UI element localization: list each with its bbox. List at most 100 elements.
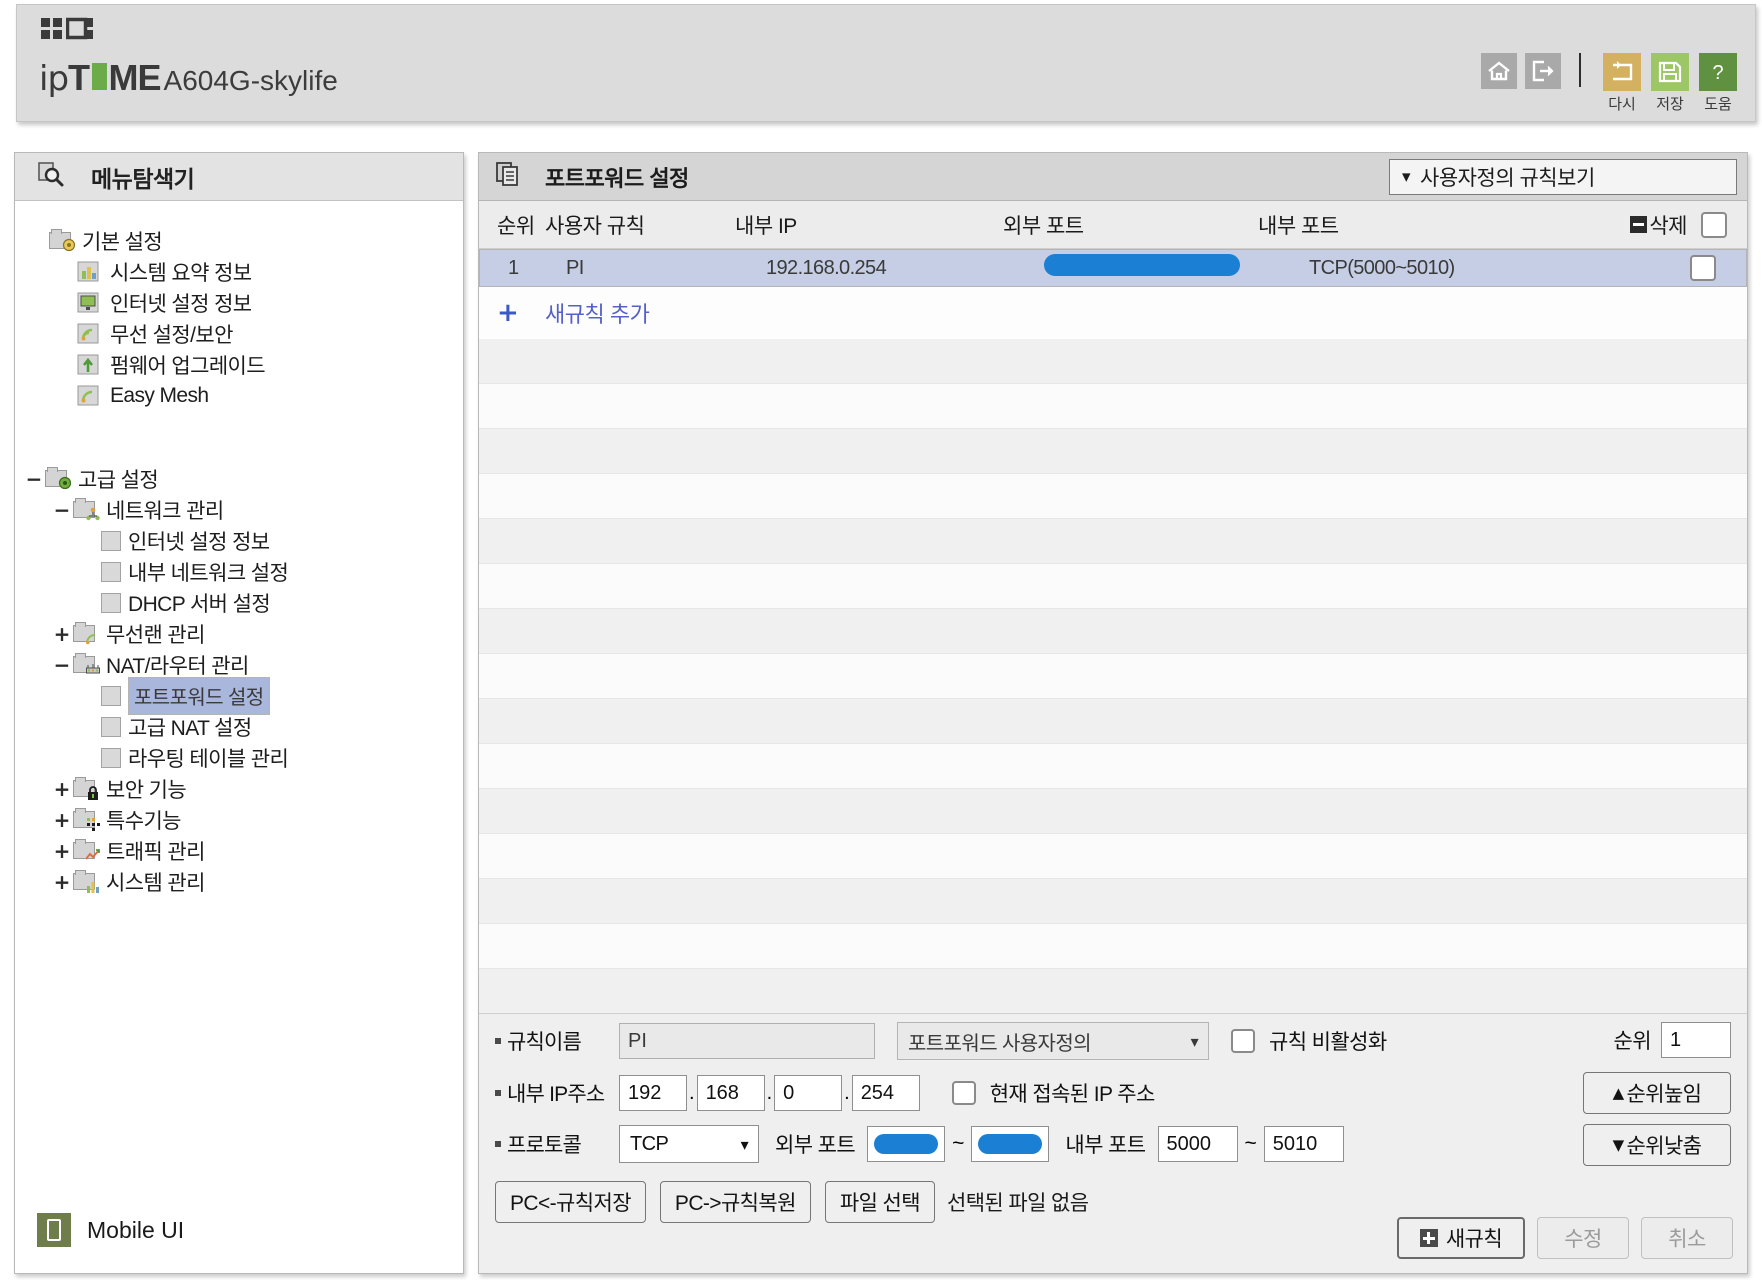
sidebar-item-basic-settings[interactable]: 기본 설정 [15, 225, 463, 256]
rank-input[interactable]: 1 [1661, 1022, 1731, 1058]
restore-rules-from-pc-button[interactable]: PC->규칙복원 [659, 1181, 811, 1223]
rule-name-input[interactable]: PI [619, 1023, 875, 1059]
sidebar-item-port-forward[interactable]: 포트포워드 설정 [15, 676, 463, 715]
empty-row [479, 564, 1747, 609]
leaf-icon [101, 561, 121, 582]
range-separator: ~ [1244, 1132, 1257, 1155]
sidebar-item-routing-table[interactable]: 라우팅 테이블 관리 [15, 742, 463, 773]
retry-icon [1603, 53, 1641, 91]
sidebar-item-wlan-management[interactable]: + 무선랜 관리 [15, 618, 463, 649]
sidebar-item-dhcp-server[interactable]: DHCP 서버 설정 [15, 587, 463, 618]
sidebar-item-network-management[interactable]: − 네트워크 관리 [15, 494, 463, 525]
sidebar-item-advanced-settings[interactable]: − 고급 설정 [15, 463, 463, 494]
sidebar-item-advanced-nat[interactable]: 고급 NAT 설정 [15, 711, 463, 742]
sidebar-item-label: 라우팅 테이블 관리 [128, 747, 289, 771]
table-row[interactable]: 1 PI 192.168.0.254 TCP(5000~5010) [479, 249, 1747, 287]
new-rule-button[interactable]: 새규칙 [1397, 1217, 1525, 1259]
sidebar-item-label: 무선 설정/보안 [110, 323, 233, 347]
add-rule-row[interactable]: + 새규칙 추가 [479, 287, 1747, 339]
empty-row [479, 384, 1747, 429]
sidebar-item-system-summary[interactable]: 시스템 요약 정보 [15, 256, 463, 287]
sidebar-item-internet-setting-info[interactable]: 인터넷 설정 정보 [15, 525, 463, 556]
expander-toggle[interactable]: + [51, 777, 73, 801]
sidebar-item-easy-mesh[interactable]: Easy Mesh [15, 380, 463, 411]
no-file-selected-label: 선택된 파일 없음 [946, 1192, 1089, 1215]
view-rules-selector[interactable]: ▾ 사용자정의 규칙보기 [1389, 159, 1737, 195]
empty-row [479, 969, 1747, 1014]
disable-rule-checkbox[interactable] [1231, 1029, 1255, 1053]
expander-toggle[interactable]: + [51, 622, 73, 646]
empty-row [479, 924, 1747, 969]
col-internal-ip: 내부 IP [735, 214, 797, 238]
save-rules-to-pc-button[interactable]: PC<-규칙저장 [495, 1181, 646, 1223]
menu-tree: 기본 설정 시스템 요약 정보 인터넷 설정 정보 무선 설정/보안 펌웨어 업… [15, 201, 463, 897]
disable-rule-label: 규칙 비활성화 [1269, 1031, 1387, 1054]
sidebar-item-internet-info[interactable]: 인터넷 설정 정보 [15, 287, 463, 318]
protocol-select[interactable]: TCP ▾ [619, 1125, 759, 1163]
sidebar-item-security[interactable]: + 보안 기능 [15, 773, 463, 804]
internal-port-to-input[interactable]: 5010 [1263, 1126, 1344, 1162]
rank-field-group: 순위 1 [1614, 1022, 1731, 1058]
external-port-from-input[interactable] [867, 1126, 946, 1162]
expander-toggle[interactable]: + [51, 808, 73, 832]
retry-button[interactable]: 다시 [1603, 53, 1641, 114]
help-icon: ? [1699, 53, 1737, 91]
rank-down-button[interactable]: ▼ 순위낮춤 [1583, 1124, 1731, 1166]
col-delete: 삭제 [1558, 210, 1747, 240]
empty-row [479, 879, 1747, 924]
cell-internal-port: TCP(5000~5010) [1309, 256, 1455, 279]
cancel-button[interactable]: 취소 [1641, 1217, 1733, 1259]
sidebar-item-label: 인터넷 설정 정보 [128, 530, 270, 554]
ip-octet-3[interactable]: 0 [774, 1075, 843, 1111]
row-delete-checkbox[interactable] [1690, 255, 1716, 281]
expander-toggle[interactable]: − [23, 467, 45, 491]
add-rule-link[interactable]: 새규칙 추가 [545, 297, 650, 329]
sidebar-item-firmware-upgrade[interactable]: 펌웨어 업그레이드 [15, 349, 463, 380]
internal-port-from-input[interactable]: 5000 [1157, 1126, 1238, 1162]
expander-toggle[interactable]: − [51, 498, 73, 522]
empty-rows [479, 339, 1747, 1059]
logo-ip-text: ip [39, 59, 69, 99]
home-icon[interactable] [1481, 53, 1517, 89]
logo-green-block [91, 63, 107, 90]
ip-octet-1[interactable]: 192 [619, 1075, 687, 1111]
modify-button[interactable]: 수정 [1537, 1217, 1629, 1259]
current-ip-checkbox[interactable] [951, 1081, 976, 1105]
sidebar: 메뉴탐색기 기본 설정 시스템 요약 정보 인터넷 설정 정보 무선 설정/보안… [14, 152, 464, 1274]
folder-gear-icon [45, 467, 72, 490]
select-all-checkbox[interactable] [1701, 211, 1727, 238]
empty-row [479, 519, 1747, 564]
sidebar-item-system-management[interactable]: + 시스템 관리 [15, 866, 463, 897]
empty-row [479, 789, 1747, 834]
leaf-icon [101, 747, 121, 768]
ip-octet-4[interactable]: 254 [851, 1075, 920, 1111]
sidebar-item-special-features[interactable]: + 특수기능 [15, 804, 463, 835]
choose-file-button[interactable]: 파일 선택 [824, 1181, 935, 1223]
expander-toggle[interactable]: + [51, 839, 73, 863]
preset-select[interactable]: 포트포워드 사용자정의 ▾ [897, 1022, 1209, 1060]
help-button[interactable]: ? 도움 [1699, 53, 1737, 114]
grid-menu-icon[interactable] [41, 17, 93, 42]
mobile-ui-button[interactable]: Mobile UI [37, 1213, 184, 1247]
tree-gap [15, 411, 463, 463]
save-button[interactable]: 저장 [1651, 53, 1689, 114]
expander-toggle[interactable]: − [51, 653, 73, 677]
col-external-port: 외부 포트 [1003, 214, 1084, 238]
menu-search-icon [37, 160, 65, 193]
sidebar-item-nat-router-management[interactable]: − NAT/라우터 관리 [15, 649, 463, 680]
col-internal-port: 내부 포트 [1258, 214, 1339, 238]
external-port-to-input[interactable] [971, 1126, 1050, 1162]
sidebar-item-internal-network[interactable]: 내부 네트워크 설정 [15, 556, 463, 587]
sidebar-item-traffic-management[interactable]: + 트래픽 관리 [15, 835, 463, 866]
header-toolbar: 다시 저장 ? 도움 [1473, 53, 1737, 114]
sidebar-item-label: 보안 기능 [106, 778, 187, 802]
sidebar-item-wireless-security[interactable]: 무선 설정/보안 [15, 318, 463, 349]
ip-octet-2[interactable]: 168 [696, 1075, 765, 1111]
rank-up-button[interactable]: ▲ 순위높임 [1583, 1072, 1731, 1114]
rule-name-label: 규칙이름 [495, 1026, 619, 1056]
logout-icon[interactable] [1525, 53, 1561, 89]
expander-toggle[interactable]: + [51, 870, 73, 894]
leaf-icon [101, 685, 121, 706]
folder-lock-icon [73, 777, 99, 800]
folder-network-icon [73, 498, 100, 521]
